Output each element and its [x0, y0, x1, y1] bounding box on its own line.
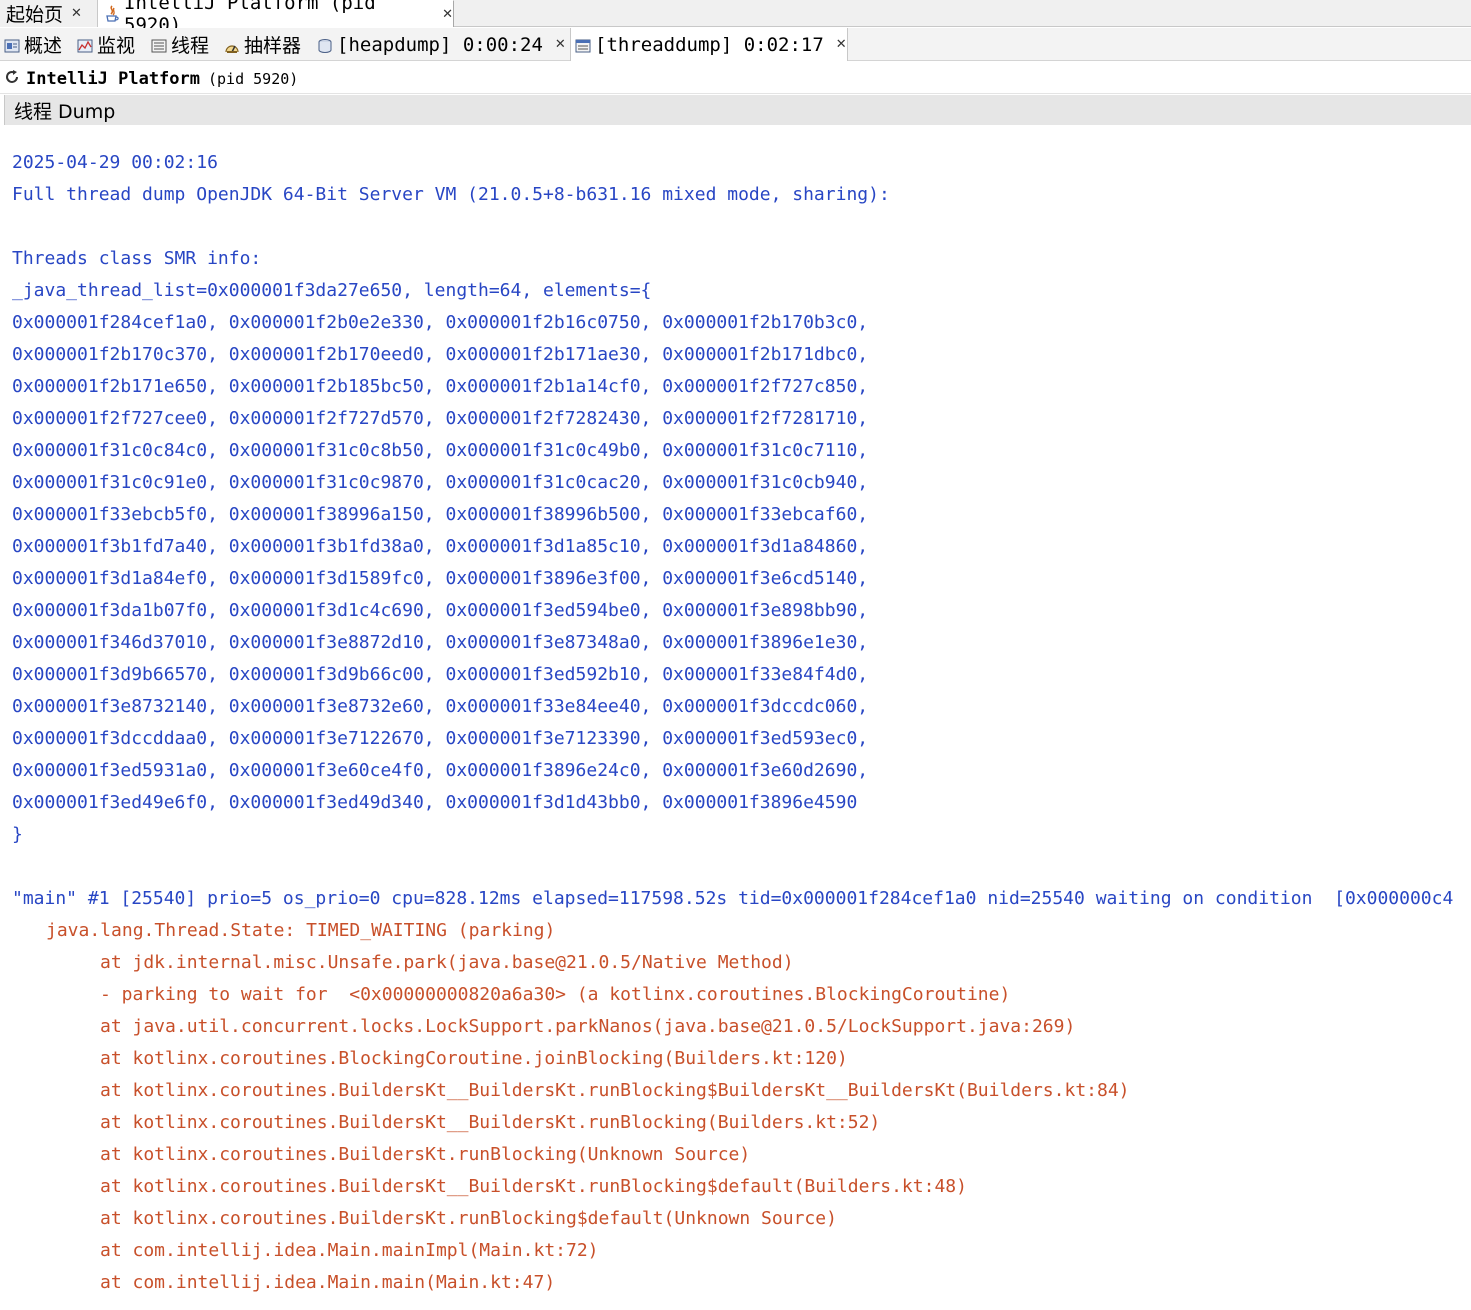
- tab-intellij-platform[interactable]: IntelliJ Platform (pid 5920) ✕: [98, 0, 454, 36]
- sampler-icon: [224, 37, 240, 53]
- application-pid: (pid 5920): [208, 69, 299, 88]
- section-title-bar: 线程 Dump: [4, 95, 1471, 125]
- thread-dump-text-area[interactable]: 2025-04-29 00:02:16 Full thread dump Open…: [0, 130, 1471, 1310]
- dump-header-line: 0x000001f3ed5931a0, 0x000001f3e60ce4f0, …: [12, 760, 869, 781]
- heapdump-icon: [317, 37, 333, 53]
- close-icon[interactable]: ✕: [442, 7, 453, 22]
- stack-frame-line: at com.intellij.idea.Main.mainImpl(Main.…: [100, 1240, 599, 1261]
- tab-label: 起始页: [6, 4, 64, 26]
- tab-monitor[interactable]: 监视: [77, 28, 135, 61]
- dump-header-line: Threads class SMR info:: [12, 248, 262, 269]
- threads-icon: [151, 37, 167, 53]
- tab-label: 概述: [24, 35, 63, 57]
- tab-overview[interactable]: 概述: [4, 28, 62, 61]
- dump-header-line: 0x000001f3ed49e6f0, 0x000001f3ed49d340, …: [12, 792, 858, 813]
- dump-header-line: 0x000001f3d9b66570, 0x000001f3d9b66c00, …: [12, 664, 869, 685]
- stack-frame-line: at jdk.internal.misc.Unsafe.park(java.ba…: [100, 952, 794, 973]
- java-icon: [104, 5, 120, 23]
- close-icon[interactable]: ✕: [555, 37, 566, 52]
- monitor-icon: [77, 37, 93, 53]
- document-tab-bar: 起始页 ✕ IntelliJ Platform (pid 5920) ✕: [0, 0, 1471, 36]
- stack-frame-line: at kotlinx.coroutines.BlockingCoroutine.…: [100, 1048, 848, 1069]
- threaddump-icon: [575, 37, 591, 53]
- dump-header-line: 0x000001f346d37010, 0x000001f3e8872d10, …: [12, 632, 869, 653]
- section-title: 线程 Dump: [14, 100, 116, 123]
- close-icon[interactable]: ✕: [836, 37, 847, 52]
- stack-frame-line: at kotlinx.coroutines.BuildersKt__Builde…: [100, 1080, 1130, 1101]
- dump-header-line: 0x000001f3e8732140, 0x000001f3e8732e60, …: [12, 696, 869, 717]
- tab-start-page[interactable]: 起始页 ✕: [0, 0, 98, 27]
- tab-heapdump[interactable]: [heapdump] 0:00:24 ✕: [317, 28, 566, 61]
- stack-frame-line: at kotlinx.coroutines.BuildersKt__Builde…: [100, 1176, 967, 1197]
- tab-label: 线程: [171, 35, 210, 57]
- dump-header-line: 0x000001f3da1b07f0, 0x000001f3d1c4c690, …: [12, 600, 869, 621]
- application-header: IntelliJ Platform (pid 5920): [0, 64, 1471, 94]
- stack-frame-line: at kotlinx.coroutines.BuildersKt__Builde…: [100, 1112, 881, 1133]
- dump-header-line: 0x000001f3dccddaa0, 0x000001f3e7122670, …: [12, 728, 869, 749]
- dump-header-line: }: [12, 824, 23, 845]
- stack-frame-line: - parking to wait for <0x00000000820a6a3…: [100, 984, 1011, 1005]
- tab-label: [threaddump] 0:02:17: [595, 33, 824, 56]
- dump-header-line: 0x000001f2b171e650, 0x000001f2b185bc50, …: [12, 376, 869, 397]
- dump-header-line: 0x000001f3b1fd7a40, 0x000001f3b1fd38a0, …: [12, 536, 869, 557]
- refresh-icon: [4, 69, 20, 89]
- stack-frame-line: at kotlinx.coroutines.BuildersKt.runBloc…: [100, 1208, 837, 1229]
- stack-frame-line: at com.intellij.idea.Main.main(Main.kt:4…: [100, 1272, 556, 1293]
- stack-frame-line: at kotlinx.coroutines.BuildersKt.runBloc…: [100, 1144, 751, 1165]
- dump-header-line: _java_thread_list=0x000001f3da27e650, le…: [12, 280, 652, 301]
- dump-header-line: 2025-04-29 00:02:16: [12, 152, 218, 173]
- overview-icon: [4, 37, 20, 53]
- dump-header-line: "main" #1 [25540] prio=5 os_prio=0 cpu=8…: [12, 888, 1454, 909]
- tab-threaddump[interactable]: [threaddump] 0:02:17 ✕: [570, 28, 848, 61]
- view-tab-bar: 概述 监视 线程 抽样器 [heapdump] 0:00:24 ✕ [threa…: [0, 28, 1471, 61]
- tab-label: [heapdump] 0:00:24: [337, 33, 543, 56]
- tab-threads[interactable]: 线程: [151, 28, 209, 61]
- dump-header-line: 0x000001f31c0c84c0, 0x000001f31c0c8b50, …: [12, 440, 869, 461]
- application-title: IntelliJ Platform: [26, 68, 200, 89]
- close-icon[interactable]: ✕: [71, 6, 82, 21]
- tab-label: 抽样器: [244, 35, 302, 57]
- dump-header-line: 0x000001f3d1a84ef0, 0x000001f3d1589fc0, …: [12, 568, 869, 589]
- tab-sampler[interactable]: 抽样器: [224, 28, 301, 61]
- dump-header-line: 0x000001f2b170c370, 0x000001f2b170eed0, …: [12, 344, 869, 365]
- dump-header-line: 0x000001f2f727cee0, 0x000001f2f727d570, …: [12, 408, 869, 429]
- dump-header-line: 0x000001f31c0c91e0, 0x000001f31c0c9870, …: [12, 472, 869, 493]
- dump-header-line: 0x000001f33ebcb5f0, 0x000001f38996a150, …: [12, 504, 869, 525]
- thread-state-line: java.lang.Thread.State: TIMED_WAITING (p…: [46, 920, 556, 941]
- dump-header-line: 0x000001f284cef1a0, 0x000001f2b0e2e330, …: [12, 312, 869, 333]
- tab-label: 监视: [97, 35, 136, 57]
- stack-frame-line: at java.util.concurrent.locks.LockSuppor…: [100, 1016, 1076, 1037]
- dump-header-line: Full thread dump OpenJDK 64-Bit Server V…: [12, 184, 890, 205]
